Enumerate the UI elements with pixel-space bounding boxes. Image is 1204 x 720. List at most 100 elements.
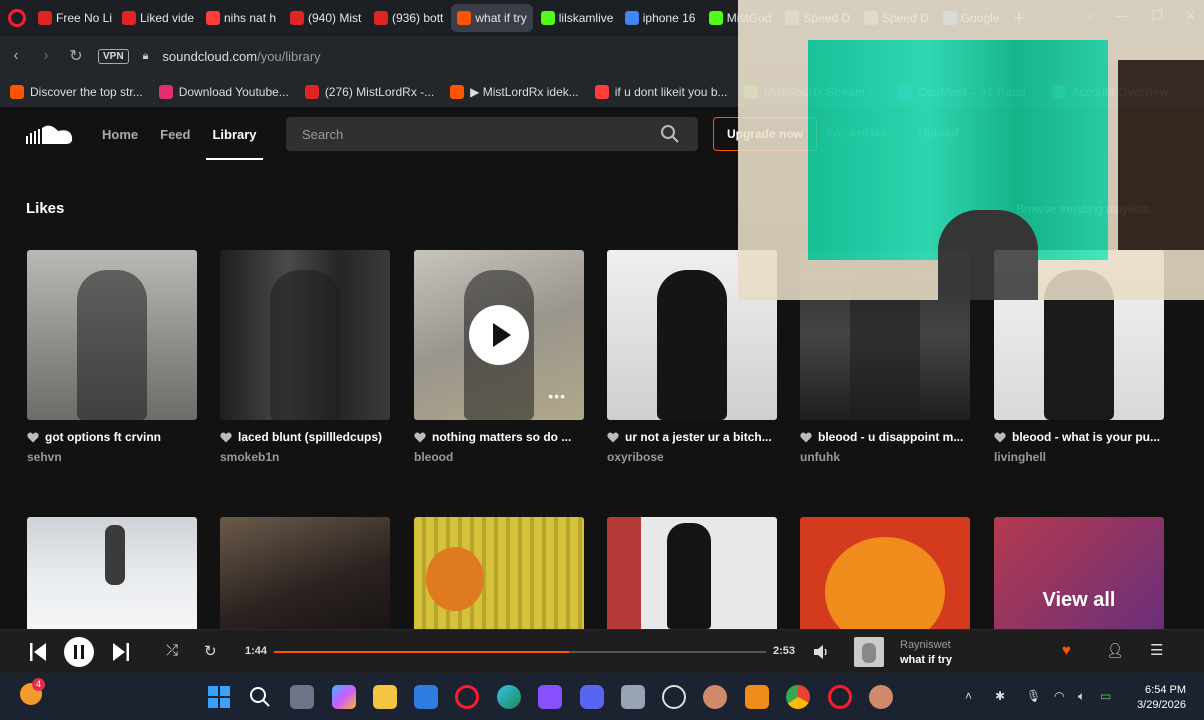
pause-button[interactable] xyxy=(64,637,94,667)
browser-tab[interactable]: (940) Mist xyxy=(284,4,366,32)
browser-tab[interactable]: Google xyxy=(937,4,1006,32)
outlook-icon[interactable] xyxy=(414,685,438,709)
nav-library[interactable]: Library xyxy=(206,127,263,160)
heart-icon[interactable] xyxy=(220,432,232,443)
track-artwork[interactable] xyxy=(220,517,390,629)
track-artist[interactable]: livinghell xyxy=(994,450,1164,464)
browse-playlists-link[interactable]: Browse trending playlists xyxy=(1016,202,1149,216)
now-playing-title[interactable]: what if try xyxy=(900,654,952,666)
bookmark-item[interactable]: CooMeet – #1 Rand... xyxy=(898,84,1036,99)
upgrade-button[interactable]: Upgrade now xyxy=(713,117,817,151)
track-card[interactable]: ur not a jester ur a bitch... oxyribose xyxy=(607,250,777,464)
bookmark-item[interactable]: if u dont likeit you b... xyxy=(594,84,728,99)
opera-gx-icon[interactable] xyxy=(828,685,852,709)
progress-track[interactable] xyxy=(274,651,766,653)
bookmark-item[interactable]: Discover the top str... xyxy=(10,84,143,99)
track-title[interactable]: bleood - what is your pu... xyxy=(1012,430,1160,444)
track-artwork[interactable] xyxy=(414,517,584,629)
track-artwork[interactable] xyxy=(800,250,970,420)
speaker-icon[interactable]: 🔈︎ xyxy=(1078,689,1085,704)
like-heart-icon[interactable]: ♥ xyxy=(1062,642,1071,659)
browser-tab[interactable]: what if try xyxy=(451,4,533,32)
heart-icon[interactable] xyxy=(607,432,619,443)
browser-tab[interactable]: lilskamlive xyxy=(535,4,617,32)
track-card[interactable]: ••• nothing matters so do ... bleood xyxy=(414,250,584,464)
track-card[interactable]: laced blunt (spillledcups) smokeb1n xyxy=(220,250,390,464)
track-title[interactable]: bleood - u disappoint m... xyxy=(818,430,963,444)
track-card[interactable]: bleood - u disappoint m... unfuhk xyxy=(800,250,970,464)
bookmark-item[interactable]: Download Youtube... xyxy=(158,84,289,99)
file-explorer-icon[interactable] xyxy=(373,685,397,709)
previous-icon[interactable] xyxy=(30,643,46,661)
nav-feed[interactable]: Feed xyxy=(160,127,190,142)
track-artist[interactable]: smokeb1n xyxy=(220,450,390,464)
new-tab-icon[interactable]: + xyxy=(1014,8,1025,29)
volume-icon[interactable] xyxy=(813,644,829,660)
browser-tab[interactable]: Speed D xyxy=(858,4,935,32)
track-artist[interactable]: oxyribose xyxy=(607,450,777,464)
task-view-icon[interactable] xyxy=(290,685,314,709)
heart-icon[interactable] xyxy=(800,432,812,443)
for-artists-link[interactable]: For Artists xyxy=(826,126,886,140)
forward-icon[interactable]: › xyxy=(38,47,54,65)
now-playing-artwork[interactable] xyxy=(854,637,884,667)
track-card[interactable]: bleood - what is your pu... livinghell xyxy=(994,250,1164,464)
track-artwork[interactable] xyxy=(607,250,777,420)
browser-tab[interactable]: MistGod xyxy=(703,4,778,32)
opera-taskbar-icon[interactable] xyxy=(455,685,479,709)
next-icon[interactable] xyxy=(113,643,129,661)
edge-icon[interactable] xyxy=(497,685,521,709)
search-icon[interactable] xyxy=(660,124,680,144)
track-artwork[interactable] xyxy=(607,517,777,629)
track-artist[interactable]: bleood xyxy=(414,450,584,464)
app-avatar-icon[interactable] xyxy=(869,685,893,709)
chrome-icon[interactable] xyxy=(786,685,810,709)
wifi-icon[interactable]: ◠ xyxy=(1054,689,1064,703)
copilot-icon[interactable] xyxy=(332,685,356,709)
track-artwork[interactable] xyxy=(800,517,970,629)
view-all-tile[interactable]: View all xyxy=(994,517,1164,629)
follow-user-icon[interactable]: 👤︎ xyxy=(1106,642,1124,659)
bookmark-item[interactable]: Account Overview xyxy=(1051,84,1168,99)
obs-icon[interactable] xyxy=(662,685,686,709)
browser-tab[interactable]: Liked vide xyxy=(116,4,198,32)
queue-icon[interactable]: ☰ xyxy=(1150,641,1163,659)
discord-icon[interactable] xyxy=(580,685,604,709)
now-playing-artist[interactable]: Rayniswet xyxy=(900,639,951,651)
minimize-icon[interactable]: — xyxy=(1116,8,1129,24)
tray-chevron-icon[interactable]: ˄ xyxy=(965,689,972,703)
url-field[interactable]: soundcloud.com/you/library xyxy=(162,49,320,64)
upload-link[interactable]: Upload xyxy=(918,126,959,140)
browser-tab[interactable]: Free No Li xyxy=(32,4,114,32)
nav-home[interactable]: Home xyxy=(102,127,138,142)
back-icon[interactable]: ‹ xyxy=(8,47,24,65)
reload-icon[interactable]: ↻ xyxy=(68,46,84,66)
close-icon[interactable]: ✕ xyxy=(1185,8,1196,24)
soundcloud-logo-icon[interactable] xyxy=(26,124,74,146)
opera-logo-icon[interactable] xyxy=(8,9,26,27)
microphone-icon[interactable]: 🎙︎ xyxy=(1026,689,1041,703)
track-artwork[interactable]: ••• xyxy=(414,250,584,420)
heart-icon[interactable] xyxy=(414,432,426,443)
bookmark-item[interactable]: (276) MistLordRx -... xyxy=(304,84,434,99)
bookmark-item[interactable]: ▶ MistLordRx idek... xyxy=(450,84,579,99)
track-title[interactable]: got options ft crvinn xyxy=(45,430,161,444)
track-artwork[interactable] xyxy=(27,517,197,629)
track-artwork[interactable] xyxy=(27,250,197,420)
track-card[interactable]: got options ft crvinn sehvn xyxy=(27,250,197,464)
camera-icon[interactable] xyxy=(621,685,645,709)
search-tabs-icon[interactable]: ⌕ xyxy=(1087,8,1094,24)
weather-widget-icon[interactable]: 4 xyxy=(20,678,45,705)
track-title[interactable]: ur not a jester ur a bitch... xyxy=(625,430,772,444)
app-avatar-icon[interactable] xyxy=(703,685,727,709)
heart-icon[interactable] xyxy=(994,432,1006,443)
track-artwork[interactable] xyxy=(220,250,390,420)
track-title[interactable]: laced blunt (spillledcups) xyxy=(238,430,382,444)
more-options-icon[interactable]: ••• xyxy=(548,388,566,404)
vpn-badge[interactable]: VPN xyxy=(98,48,129,64)
track-artist[interactable]: sehvn xyxy=(27,450,197,464)
search-input[interactable] xyxy=(286,117,698,151)
taskbar-search-icon[interactable] xyxy=(248,685,272,709)
clock[interactable]: 6:54 PM 3/29/2026 xyxy=(1137,683,1186,713)
track-artist[interactable]: unfuhk xyxy=(800,450,970,464)
